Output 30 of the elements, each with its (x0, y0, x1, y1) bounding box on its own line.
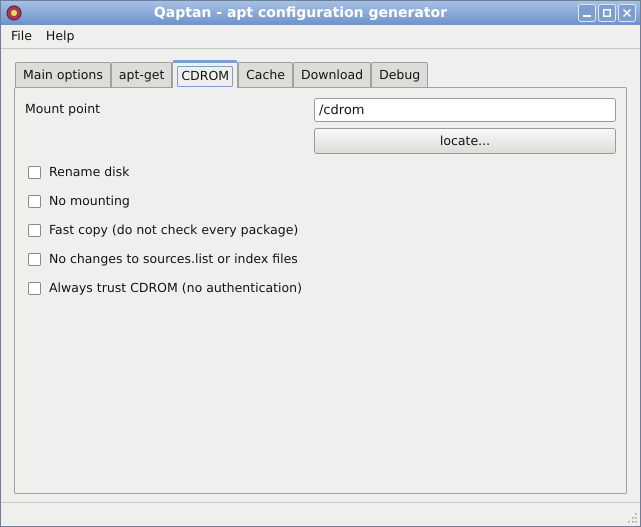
app-logo-icon (5, 4, 23, 22)
minimize-icon (583, 15, 591, 17)
menu-item[interactable]: File (11, 27, 32, 46)
close-button[interactable] (618, 4, 636, 22)
checkbox-label: Fast copy (do not check every package) (49, 221, 298, 240)
tab[interactable]: Cache (238, 62, 293, 87)
tab[interactable]: apt-get (110, 62, 172, 87)
menu-item[interactable]: Help (46, 27, 74, 46)
checkbox-label: Always trust CDROM (no authentication) (49, 279, 302, 298)
window-title: Qaptan - apt configuration generator (152, 4, 448, 22)
checkbox-label: No mounting (49, 192, 130, 210)
maximize-button[interactable] (598, 4, 616, 22)
mount-point-field[interactable]: /cdrom (314, 98, 616, 122)
tab[interactable]: Main options (15, 62, 111, 87)
checkbox[interactable] (28, 224, 41, 237)
checkbox-label: No changes to sources.list or index files (49, 250, 298, 268)
tab[interactable]: Download (292, 62, 372, 87)
checkbox[interactable] (28, 166, 41, 179)
tab[interactable]: CDROM (172, 60, 238, 88)
close-icon (623, 9, 631, 17)
tab[interactable]: Debug (371, 62, 428, 87)
resize-grip-icon[interactable] (627, 513, 637, 523)
locate-button[interactable]: locate... (314, 128, 616, 154)
checkbox[interactable] (28, 253, 41, 266)
checkbox-label: Rename disk (49, 163, 130, 182)
mount-point-label: Mount point (25, 100, 102, 118)
checkbox[interactable] (28, 195, 41, 208)
minimize-button[interactable] (578, 4, 596, 22)
checkbox[interactable] (28, 282, 41, 295)
maximize-icon (603, 9, 611, 17)
